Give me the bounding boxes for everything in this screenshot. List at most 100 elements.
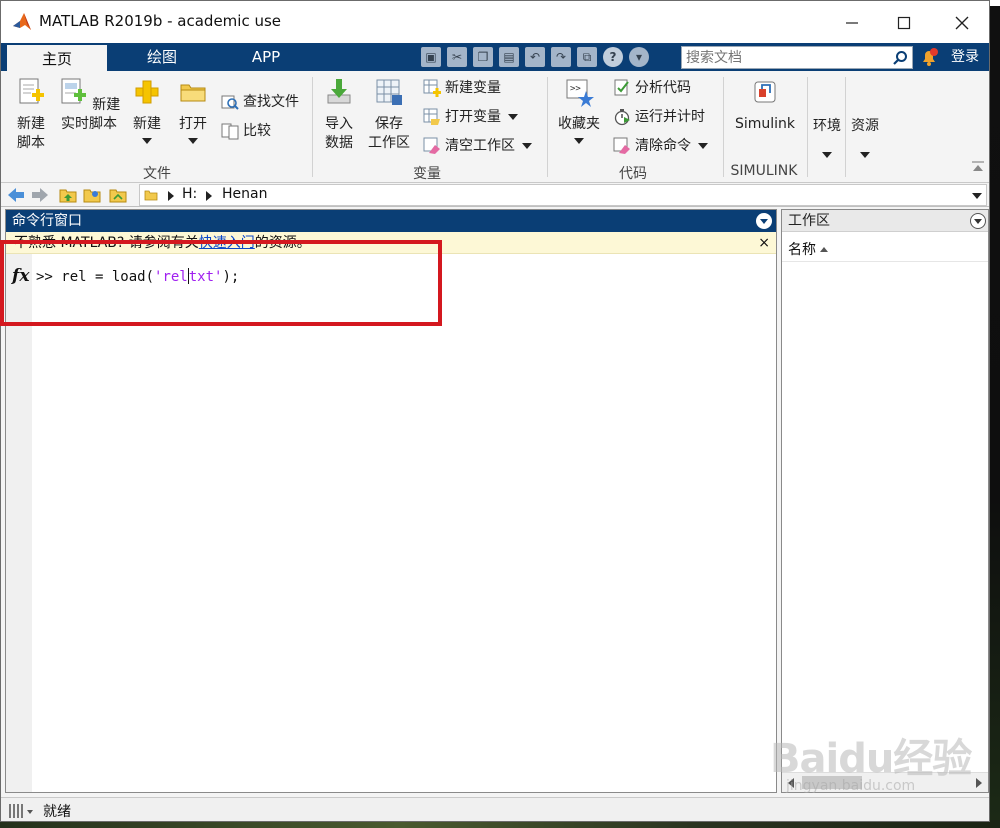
simulink-button[interactable]: Simulink: [731, 77, 799, 134]
new-menu-button[interactable]: 新建: [127, 77, 167, 144]
chevron-down-icon: [860, 152, 870, 158]
new-variable-icon: [423, 79, 441, 97]
redo-icon[interactable]: ↷: [551, 47, 571, 67]
clear-commands-label: 清除命令: [635, 138, 691, 154]
find-files-button[interactable]: 查找文件: [221, 91, 299, 113]
open-variable-button[interactable]: 打开变量: [423, 106, 518, 128]
minimize-button[interactable]: [829, 7, 875, 39]
folder-open-icon: [180, 84, 206, 102]
tab-home[interactable]: 主页: [7, 43, 107, 71]
simulink-icon: [754, 81, 776, 103]
workspace-column-name: 名称: [788, 242, 816, 258]
folder-history-icon[interactable]: [109, 186, 127, 204]
current-folder-toolbar: H: Henan: [1, 183, 989, 207]
browse-folder-icon[interactable]: [83, 186, 101, 204]
environment-button[interactable]: 环境: [809, 117, 845, 158]
new-live-script-button[interactable]: 新建 实时脚本: [57, 77, 121, 134]
chevron-down-icon: [508, 114, 518, 120]
matlab-logo-icon: [13, 13, 31, 30]
new-live-script-label-2: 实时脚本: [61, 116, 117, 132]
collapse-ribbon-icon[interactable]: [971, 159, 985, 173]
workspace-header: 工作区: [782, 210, 988, 232]
watermark-url: jingyan.baidu.com: [786, 778, 916, 794]
import-data-label-2: 数据: [325, 135, 353, 151]
import-data-button[interactable]: 导入 数据: [319, 77, 359, 153]
matlab-window: MATLAB R2019b - academic use 主页 绘图 APP ▣…: [0, 0, 990, 822]
chevron-down-icon[interactable]: [972, 193, 982, 199]
clear-workspace-button[interactable]: 清空工作区: [423, 135, 532, 157]
save-workspace-icon: [376, 79, 402, 105]
status-text: 就绪: [43, 804, 71, 820]
close-button[interactable]: [939, 7, 985, 39]
search-icon[interactable]: [892, 50, 908, 66]
run-and-time-button[interactable]: 运行并计时: [613, 106, 705, 128]
resources-button[interactable]: 资源: [847, 117, 883, 158]
environment-label: 环境: [813, 118, 841, 134]
notification-bell-icon[interactable]: [919, 47, 939, 67]
back-arrow-icon[interactable]: [7, 186, 25, 204]
new-script-button[interactable]: 新建 脚本: [9, 77, 53, 153]
copy-icon[interactable]: ❐: [473, 47, 493, 67]
clear-commands-button[interactable]: 清除命令: [613, 135, 708, 157]
undo-icon[interactable]: ↶: [525, 47, 545, 67]
chevron-down-icon: [188, 138, 198, 144]
close-icon: [955, 16, 969, 30]
find-files-icon: [221, 95, 239, 110]
breadcrumb-drive[interactable]: H:: [182, 186, 197, 202]
group-label-simulink: SIMULINK: [730, 163, 798, 179]
open-variable-icon: [423, 108, 440, 125]
title-bar: MATLAB R2019b - academic use: [1, 1, 989, 43]
cut-icon[interactable]: ✂: [447, 47, 467, 67]
close-notice-icon[interactable]: ×: [758, 232, 770, 254]
paste-icon[interactable]: ▤: [499, 47, 519, 67]
workspace-title: 工作区: [788, 213, 830, 229]
open-button[interactable]: 打开: [173, 77, 213, 144]
chevron-down-icon: [698, 143, 708, 149]
favorites-button[interactable]: >> 收藏夹: [555, 77, 603, 144]
group-label-variable: 变量: [413, 166, 441, 182]
save-workspace-button[interactable]: 保存 工作区: [365, 77, 413, 153]
ribbon-divider: [547, 77, 548, 177]
minimize-icon: [846, 22, 858, 24]
chevron-right-icon: [168, 191, 174, 201]
compare-button[interactable]: 比较: [221, 120, 271, 142]
save-workspace-label-2: 工作区: [368, 135, 410, 151]
open-variable-label: 打开变量: [445, 109, 501, 125]
tab-apps[interactable]: APP: [229, 43, 303, 71]
panel-actions-icon[interactable]: [756, 213, 772, 229]
new-script-label-1: 新建: [17, 116, 45, 132]
help-icon[interactable]: ?: [603, 47, 623, 67]
ribbon-divider: [845, 77, 846, 177]
chevron-down-icon: [522, 143, 532, 149]
window-title: MATLAB R2019b - academic use: [39, 12, 282, 30]
clear-workspace-icon: [423, 137, 440, 154]
command-window-header: 命令行窗口: [6, 210, 776, 232]
search-input[interactable]: [682, 47, 882, 68]
new-plus-icon: [135, 80, 159, 104]
new-menu-label: 新建: [133, 116, 161, 132]
chevron-down-icon[interactable]: ▾: [629, 47, 649, 67]
ribbon-divider: [723, 77, 724, 177]
forward-arrow-icon[interactable]: [31, 186, 49, 204]
workspace-column-header[interactable]: 名称: [782, 238, 988, 262]
tab-plots[interactable]: 绘图: [123, 43, 201, 71]
switch-windows-icon[interactable]: ⧉: [577, 47, 597, 67]
login-link[interactable]: 登录: [951, 43, 979, 71]
simulink-label: Simulink: [734, 116, 796, 132]
open-label: 打开: [179, 116, 207, 132]
status-grip-icon: [9, 804, 33, 818]
analyze-code-button[interactable]: 分析代码: [613, 77, 691, 99]
chevron-down-icon: [574, 138, 584, 144]
ribbon-divider: [807, 77, 808, 177]
up-folder-icon[interactable]: [59, 186, 77, 204]
breadcrumb-folder[interactable]: Henan: [222, 186, 267, 202]
analyze-code-label: 分析代码: [635, 80, 691, 96]
chevron-down-icon: [142, 138, 152, 144]
new-variable-button[interactable]: 新建变量: [423, 77, 501, 99]
stopwatch-icon: [614, 109, 630, 126]
path-breadcrumb[interactable]: H: Henan: [139, 184, 987, 206]
maximize-button[interactable]: [881, 7, 927, 39]
import-data-label-1: 导入: [325, 116, 353, 132]
save-icon[interactable]: ▣: [421, 47, 441, 67]
panel-actions-icon[interactable]: [970, 213, 986, 229]
